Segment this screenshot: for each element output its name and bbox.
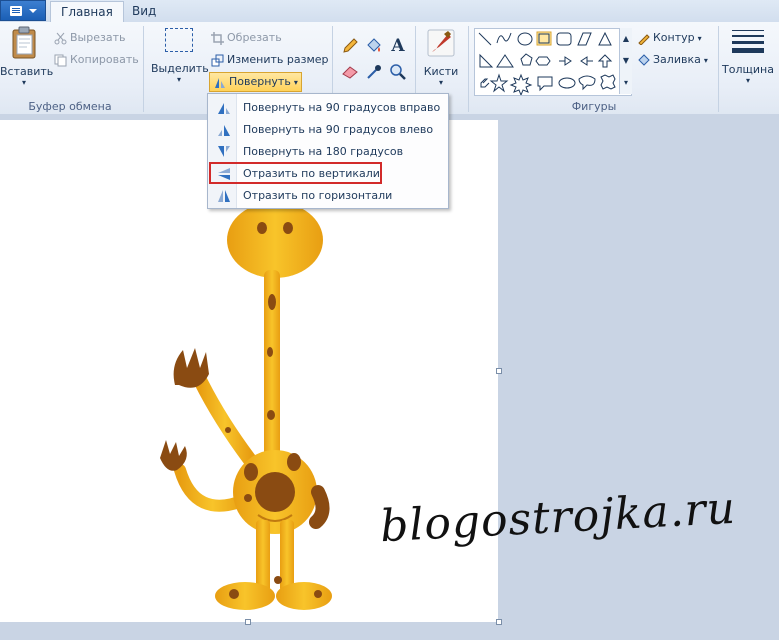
menu-item-label: Повернуть на 90 градусов влево	[243, 123, 434, 136]
brush-icon	[427, 29, 455, 57]
cut-button[interactable]: Вырезать	[54, 31, 125, 45]
color-picker-tool[interactable]	[364, 62, 384, 82]
group-divider	[143, 26, 144, 112]
menu-item-flip-vertical[interactable]: Отразить по вертикали	[209, 162, 382, 184]
chevron-down-icon: ▾	[438, 78, 443, 87]
crop-label: Обрезать	[227, 31, 282, 44]
resize-label: Изменить размер	[227, 53, 329, 66]
paint-menu-icon	[10, 6, 22, 16]
pencil-icon	[343, 38, 358, 53]
menu-item-rotate-left[interactable]: Повернуть на 90 градусов влево	[210, 119, 446, 141]
shapes-grid	[478, 31, 616, 97]
canvas-resize-handle-bottom[interactable]	[245, 619, 251, 625]
fill-label: Заливка	[653, 53, 701, 66]
fill-button[interactable]: Заливка ▾	[637, 53, 708, 67]
eraser-icon	[342, 66, 358, 79]
magnifier-icon	[390, 64, 406, 80]
menu-item-label: Повернуть на 180 градусов	[243, 145, 404, 158]
menu-item-rotate-180[interactable]: Повернуть на 180 градусов	[210, 141, 446, 163]
rotate-label: Повернуть	[229, 75, 291, 88]
copy-icon	[54, 54, 67, 67]
select-icon	[165, 28, 193, 52]
menu-item-label: Отразить по горизонтали	[243, 189, 393, 202]
shapes-gallery[interactable]	[474, 28, 632, 97]
line-width-icon	[732, 30, 764, 53]
cut-label: Вырезать	[70, 31, 126, 44]
paste-button[interactable]: Вставить ▾	[0, 26, 54, 87]
text-icon: A	[391, 36, 405, 56]
shapes-group-label: Фигуры	[571, 100, 617, 113]
eraser-tool[interactable]	[340, 62, 360, 82]
chevron-down-icon: ▾	[21, 78, 26, 87]
resize-button[interactable]: Изменить размер	[211, 53, 329, 67]
chevron-down-icon: ▾	[745, 76, 750, 85]
text-tool[interactable]: A	[388, 36, 408, 56]
shapes-gallery-scroll[interactable]: ▲ ▼ ▾	[619, 28, 632, 94]
chevron-down-icon	[29, 9, 37, 13]
pencil-tool[interactable]	[340, 36, 360, 56]
menu-item-label: Отразить по вертикали	[243, 167, 380, 180]
menu-item-rotate-right[interactable]: Повернуть на 90 градусов вправо	[210, 97, 446, 119]
flip-vertical-icon	[218, 168, 230, 180]
paste-icon	[12, 26, 36, 59]
menu-item-flip-horizontal[interactable]: Отразить по горизонтали	[210, 185, 446, 207]
resize-icon	[211, 54, 224, 67]
crop-button[interactable]: Обрезать	[211, 31, 282, 45]
chevron-down-icon: ▾	[176, 75, 181, 84]
rotate-right-icon	[218, 103, 230, 114]
magnifier-tool[interactable]	[388, 62, 408, 82]
canvas-resize-handle-corner[interactable]	[496, 619, 502, 625]
flip-horizontal-icon	[218, 190, 230, 202]
menu-item-label: Повернуть на 90 градусов вправо	[243, 101, 441, 114]
canvas-resize-handle-right[interactable]	[496, 368, 502, 374]
size-button[interactable]: Толщина ▾	[722, 28, 774, 85]
fill-icon	[367, 38, 381, 52]
brushes-button[interactable]: Кисти ▾	[420, 28, 462, 87]
group-divider	[718, 26, 719, 112]
rotate-button[interactable]: Повернуть ▾	[209, 72, 302, 92]
chevron-down-icon: ▾	[293, 78, 298, 87]
crop-icon	[211, 31, 224, 45]
rotate-180-icon	[218, 146, 230, 157]
chevron-down-icon: ▾	[697, 34, 702, 43]
fill-tool[interactable]	[364, 36, 384, 56]
select-button[interactable]: Выделить ▾	[151, 28, 209, 84]
group-divider	[468, 26, 469, 112]
copy-button[interactable]: Копировать	[54, 53, 139, 67]
rotate-dropdown-menu: Повернуть на 90 градусов вправо Повернут…	[207, 93, 449, 209]
paste-label: Вставить	[0, 65, 54, 78]
size-label: Толщина	[722, 63, 774, 76]
scissors-icon	[54, 32, 67, 45]
chevron-down-icon: ▾	[703, 56, 708, 65]
ribbon-tab-bar: Главная Вид	[0, 0, 779, 23]
outline-icon	[637, 32, 650, 46]
rotate-left-icon	[218, 125, 230, 136]
outline-button[interactable]: Контур ▾	[637, 31, 702, 46]
app-menu-button[interactable]	[0, 0, 46, 21]
tab-home[interactable]: Главная	[50, 1, 124, 23]
select-label: Выделить	[151, 62, 209, 75]
fill-bucket-icon	[637, 53, 650, 67]
copy-label: Копировать	[70, 53, 139, 66]
brushes-label: Кисти	[423, 65, 459, 78]
tab-view[interactable]: Вид	[122, 1, 166, 22]
color-picker-icon	[367, 65, 381, 79]
rotate-icon	[213, 76, 226, 89]
outline-label: Контур	[653, 31, 695, 44]
clipboard-group-label: Буфер обмена	[28, 100, 112, 113]
